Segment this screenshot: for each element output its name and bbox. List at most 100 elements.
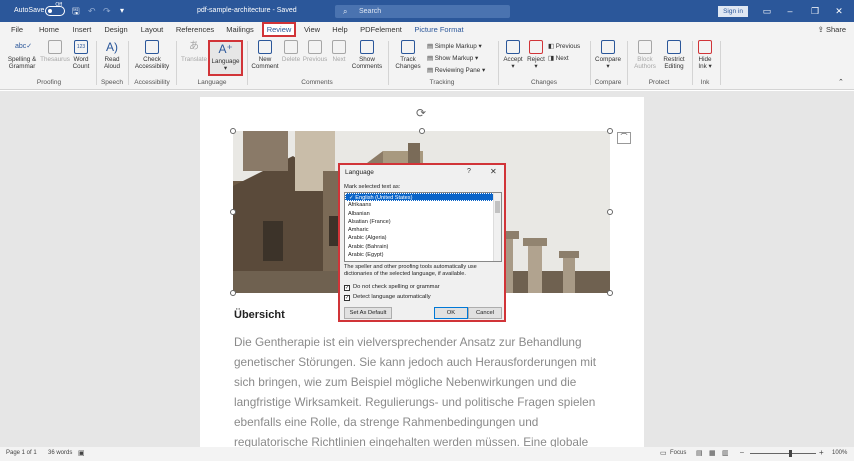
- list-item[interactable]: Albanian: [345, 210, 501, 218]
- tab-references[interactable]: References: [175, 22, 215, 38]
- zoom-in-icon[interactable]: +: [819, 448, 824, 457]
- thesaurus-icon: [48, 40, 62, 54]
- show-comments-button[interactable]: Show Comments: [350, 40, 384, 70]
- rotate-handle-icon[interactable]: ⟳: [416, 106, 426, 120]
- track-changes-icon: [401, 40, 415, 54]
- layout-options-icon[interactable]: ⌒: [617, 132, 631, 144]
- list-item[interactable]: Arabic (Algeria): [345, 234, 501, 242]
- resize-handle[interactable]: [230, 209, 236, 215]
- word-count[interactable]: 36 words: [48, 450, 72, 456]
- translate-button[interactable]: あ Translate: [180, 40, 208, 63]
- check-accessibility-button[interactable]: Check Accessibility: [131, 40, 173, 70]
- detect-language-checkbox[interactable]: ✓ Detect language automatically: [344, 293, 431, 301]
- menu-bar: File Home Insert Design Layout Reference…: [0, 22, 854, 38]
- restrict-editing-button[interactable]: Restrict Editing: [660, 40, 688, 70]
- tab-layout[interactable]: Layout: [138, 22, 166, 38]
- collapse-ribbon-icon[interactable]: ⌃: [838, 78, 844, 86]
- tab-pdfelement[interactable]: PDFelement: [358, 22, 404, 38]
- block-authors-button[interactable]: Block Authors: [631, 40, 659, 70]
- minimize-icon[interactable]: –: [779, 0, 801, 22]
- search-input[interactable]: Search: [359, 8, 381, 15]
- spelling-grammar-button[interactable]: abc✓ Spelling & Grammar: [5, 40, 39, 70]
- resize-handle[interactable]: [230, 290, 236, 296]
- help-icon[interactable]: ?: [467, 168, 471, 175]
- resize-handle[interactable]: [419, 128, 425, 134]
- tab-mailings[interactable]: Mailings: [222, 22, 258, 38]
- read-aloud-button[interactable]: A) Read Aloud: [100, 40, 124, 70]
- focus-button[interactable]: Focus: [670, 450, 686, 456]
- tab-review[interactable]: Review: [262, 22, 296, 37]
- resize-handle[interactable]: [607, 128, 613, 134]
- list-item[interactable]: Arabic (Egypt): [345, 251, 501, 259]
- group-tracking: Tracking: [429, 79, 455, 86]
- read-mode-icon[interactable]: ▤: [696, 449, 703, 457]
- resize-handle[interactable]: [607, 290, 613, 296]
- zoom-slider[interactable]: [750, 453, 816, 454]
- list-item[interactable]: Amharic: [345, 226, 501, 234]
- ribbon-display-icon[interactable]: ▭: [756, 0, 778, 22]
- zoom-out-icon[interactable]: –: [740, 449, 744, 456]
- tab-view[interactable]: View: [301, 22, 323, 38]
- undo-icon[interactable]: ↶: [88, 0, 96, 22]
- scrollbar-thumb[interactable]: [495, 201, 500, 213]
- list-scrollbar[interactable]: [493, 193, 501, 261]
- tab-file[interactable]: File: [6, 22, 28, 38]
- language-dialog: Language ? ✕ Mark selected text as: ✓ En…: [338, 163, 506, 322]
- ok-button[interactable]: OK: [434, 307, 468, 319]
- language-list[interactable]: ✓ English (United States) Afrikaans Alba…: [344, 192, 502, 262]
- search-box[interactable]: ⌕ Search: [335, 5, 510, 18]
- new-comment-button[interactable]: New Comment: [249, 40, 281, 70]
- tab-picture-format[interactable]: Picture Format: [412, 22, 466, 38]
- next-change-button[interactable]: ◨ Next: [548, 53, 580, 65]
- compare-button[interactable]: Compare ▾: [593, 40, 623, 70]
- language-button[interactable]: A⁺ Language ▾: [208, 40, 243, 76]
- tab-home[interactable]: Home: [36, 22, 62, 38]
- list-item[interactable]: Afrikaans: [345, 201, 501, 209]
- close-icon[interactable]: ✕: [490, 167, 497, 176]
- customize-qat-icon[interactable]: ▾: [120, 0, 124, 22]
- share-button[interactable]: ⇪ Share: [818, 24, 846, 36]
- list-item[interactable]: Arabic (Bahrain): [345, 243, 501, 251]
- zoom-slider-thumb[interactable]: [789, 450, 792, 457]
- delete-comment-button[interactable]: Delete: [281, 40, 301, 63]
- next-comment-button[interactable]: Next: [329, 40, 349, 63]
- restore-icon[interactable]: ❐: [804, 0, 826, 22]
- save-icon[interactable]: 🖫: [72, 0, 80, 22]
- tab-help[interactable]: Help: [329, 22, 351, 38]
- tab-design[interactable]: Design: [102, 22, 130, 38]
- set-as-default-button[interactable]: Set As Default: [344, 307, 392, 319]
- reviewing-pane-button[interactable]: ▤ Reviewing Pane ▾: [427, 65, 485, 77]
- group-speech: Speech: [100, 79, 124, 86]
- show-markup-button[interactable]: ▤ Show Markup ▾: [427, 53, 485, 65]
- sign-in-button[interactable]: Sign in: [718, 6, 748, 17]
- page-count[interactable]: Page 1 of 1: [6, 450, 37, 456]
- hide-ink-button[interactable]: Hide Ink ▾: [695, 40, 715, 70]
- reject-button[interactable]: Reject ▾: [525, 40, 547, 70]
- simple-markup-select[interactable]: ▤ Simple Markup ▾: [427, 41, 485, 53]
- list-item[interactable]: ✓ English (United States): [345, 193, 501, 202]
- track-changes-button[interactable]: Track Changes: [392, 40, 424, 70]
- compare-icon: [601, 40, 615, 54]
- no-check-spelling-checkbox[interactable]: ✓ Do not check spelling or grammar: [344, 283, 440, 291]
- print-layout-icon[interactable]: ▦: [709, 449, 716, 457]
- autosave-toggle[interactable]: Off: [45, 2, 65, 16]
- focus-icon[interactable]: ▭: [660, 449, 667, 457]
- redo-icon[interactable]: ↷: [103, 0, 111, 22]
- close-window-icon[interactable]: ✕: [828, 0, 850, 22]
- resize-handle[interactable]: [607, 209, 613, 215]
- proofing-status-icon[interactable]: ▣: [78, 449, 85, 457]
- zoom-level[interactable]: 100%: [832, 450, 847, 456]
- word-count-button[interactable]: 123 Word Count: [70, 40, 92, 70]
- thesaurus-button[interactable]: Thesaurus: [40, 40, 70, 63]
- accept-button[interactable]: Accept ▾: [501, 40, 525, 70]
- previous-change-icon: ◧: [548, 43, 556, 50]
- chevron-down-icon: ▾: [223, 65, 228, 72]
- list-item[interactable]: Alsatian (France): [345, 218, 501, 226]
- web-layout-icon[interactable]: ▥: [722, 449, 729, 457]
- tab-insert[interactable]: Insert: [69, 22, 95, 38]
- previous-comment-button[interactable]: Previous: [301, 40, 329, 63]
- ribbon-divider: [590, 41, 591, 85]
- resize-handle[interactable]: [230, 128, 236, 134]
- previous-change-button[interactable]: ◧ Previous: [548, 41, 580, 53]
- cancel-button[interactable]: Cancel: [468, 307, 502, 319]
